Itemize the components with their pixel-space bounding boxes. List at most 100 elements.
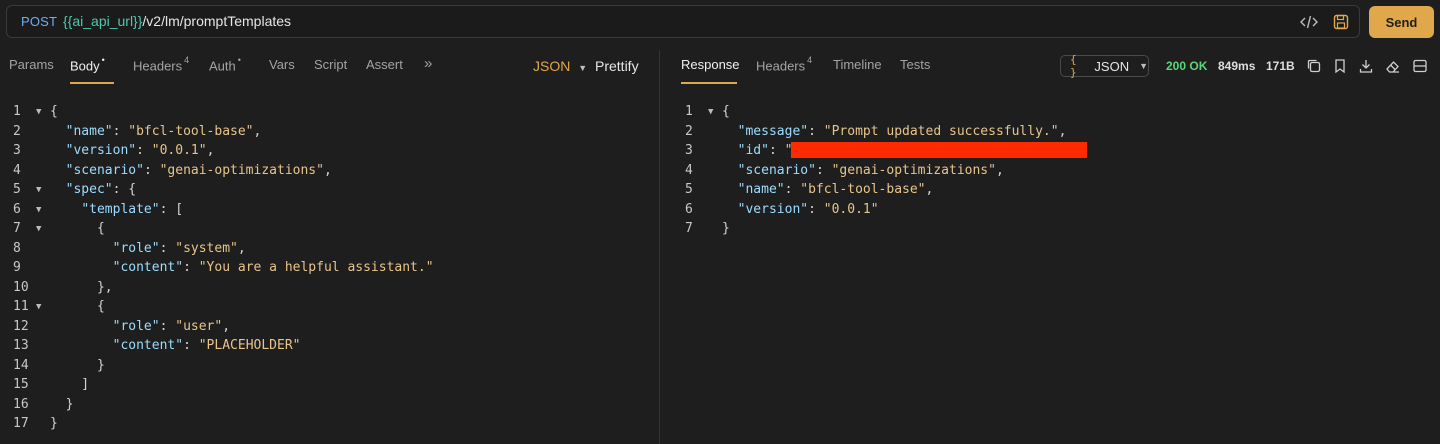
line-number: 9: [13, 260, 21, 275]
url-variable: {{ai_api_url}}: [63, 13, 143, 29]
code-token: ,: [995, 162, 1004, 178]
code-text: "name": "bfcl-tool-base",: [722, 182, 934, 197]
code-token: :: [808, 201, 824, 217]
line-number: 4: [685, 162, 693, 178]
code-token: "0.0.1": [151, 143, 207, 158]
copy-icon[interactable]: [1306, 58, 1322, 74]
code-token: "content": [112, 338, 184, 353]
code-token: {: [50, 221, 105, 236]
fold-toggle-icon[interactable]: ▼: [36, 302, 41, 312]
tab-params[interactable]: Params: [9, 57, 54, 72]
code-token: :: [112, 123, 129, 139]
more-tabs-icon[interactable]: »: [424, 55, 432, 72]
code-text: "name": "bfcl-tool-base",: [50, 123, 262, 139]
code-token: {: [50, 299, 105, 314]
code-text: "content": "PLACEHOLDER": [50, 338, 301, 353]
line-number: 2: [685, 123, 693, 139]
chevron-down-icon: ▼: [578, 63, 588, 73]
tab-response[interactable]: Response: [681, 57, 740, 72]
url-input[interactable]: {{ai_api_url}}/v2/lm/promptTemplates: [63, 13, 291, 29]
code-token: "version": [737, 201, 809, 217]
save-icon[interactable]: [1332, 13, 1350, 31]
active-tab-indicator: [681, 82, 737, 84]
bookmark-icon[interactable]: [1332, 58, 1348, 74]
code-text: }: [50, 416, 58, 431]
code-text: "id": ": [722, 143, 793, 158]
code-token: :: [784, 182, 801, 197]
code-token: "role": [112, 318, 160, 334]
line-number: 3: [685, 143, 693, 158]
tab-headers[interactable]: Headers 4: [133, 55, 190, 73]
response-time: 849ms: [1218, 59, 1256, 73]
code-token: "bfcl-tool-base": [800, 182, 926, 197]
fold-toggle-icon[interactable]: ▼: [36, 185, 41, 195]
code-icon[interactable]: [1300, 13, 1318, 31]
request-body-editor[interactable]: 1 ▼{2 "name": "bfcl-tool-base", 3 "version…: [0, 104, 655, 439]
code-token: "id": [737, 143, 769, 158]
eraser-icon[interactable]: [1385, 58, 1401, 74]
code-token: :: [815, 162, 832, 178]
response-format-label: JSON: [1094, 58, 1130, 74]
code-token: "template": [81, 201, 160, 217]
code-text: "template": [: [50, 202, 183, 217]
fold-toggle-icon[interactable]: ▼: [36, 224, 41, 234]
line-number: 17: [13, 416, 29, 431]
tab-auth-badge: •: [237, 55, 241, 65]
code-token: ,: [206, 143, 215, 158]
code-token: "bfcl-tool-base": [128, 123, 254, 139]
code-token: ,: [925, 182, 934, 197]
code-token: ,: [237, 240, 246, 256]
code-token: : {: [112, 182, 137, 197]
braces-icon: { }: [1070, 53, 1077, 79]
code-token: "Prompt updated successfully.": [823, 123, 1059, 139]
http-method[interactable]: POST: [21, 14, 57, 29]
line-number: 14: [13, 357, 29, 373]
tab-response-headers[interactable]: Headers 4: [756, 55, 813, 73]
line-number: 7: [685, 221, 693, 236]
tab-timeline[interactable]: Timeline: [833, 57, 882, 72]
code-text: "content": "You are a helpful assistant.…: [50, 260, 434, 275]
fold-toggle-icon[interactable]: ▼: [36, 205, 41, 215]
tab-tests[interactable]: Tests: [900, 57, 930, 72]
prettify-button[interactable]: Prettify: [595, 58, 639, 74]
tab-vars[interactable]: Vars: [269, 57, 295, 72]
url-bar[interactable]: POST {{ai_api_url}}/v2/lm/promptTemplate…: [6, 5, 1360, 38]
code-token: :: [159, 318, 176, 334]
code-token: {: [722, 104, 730, 119]
tab-body[interactable]: Body •: [70, 55, 105, 73]
tab-assert[interactable]: Assert: [366, 57, 403, 72]
code-token: ,: [253, 123, 262, 139]
body-format-dropdown[interactable]: JSON ▼: [533, 58, 587, 74]
line-number: 12: [13, 318, 29, 334]
code-token: :: [183, 260, 199, 275]
tab-script[interactable]: Script: [314, 57, 347, 72]
code-token: "0.0.1": [823, 201, 879, 217]
download-icon[interactable]: [1358, 58, 1374, 74]
fold-toggle-icon[interactable]: ▼: [36, 107, 41, 117]
code-token: "spec": [65, 182, 113, 197]
tab-headers-badge: 4: [184, 55, 190, 65]
status-badge: 200 OK: [1166, 59, 1208, 73]
fold-toggle-icon[interactable]: ▼: [708, 107, 713, 117]
code-text: "scenario": "genai-optimizations",: [50, 163, 332, 178]
code-token: ]: [50, 377, 90, 392]
layout-icon[interactable]: [1412, 58, 1428, 74]
code-token: "name": [65, 123, 113, 139]
code-token: }: [50, 396, 74, 412]
response-format-dropdown[interactable]: { } JSON ▼: [1060, 53, 1149, 79]
tab-auth[interactable]: Auth •: [209, 55, 241, 73]
line-number: 15: [13, 377, 29, 392]
code-token: ,: [222, 318, 231, 334]
tab-response-headers-badge: 4: [807, 55, 813, 65]
line-number: 4: [13, 162, 21, 178]
send-button[interactable]: Send: [1369, 6, 1434, 38]
line-number: 13: [13, 338, 29, 353]
